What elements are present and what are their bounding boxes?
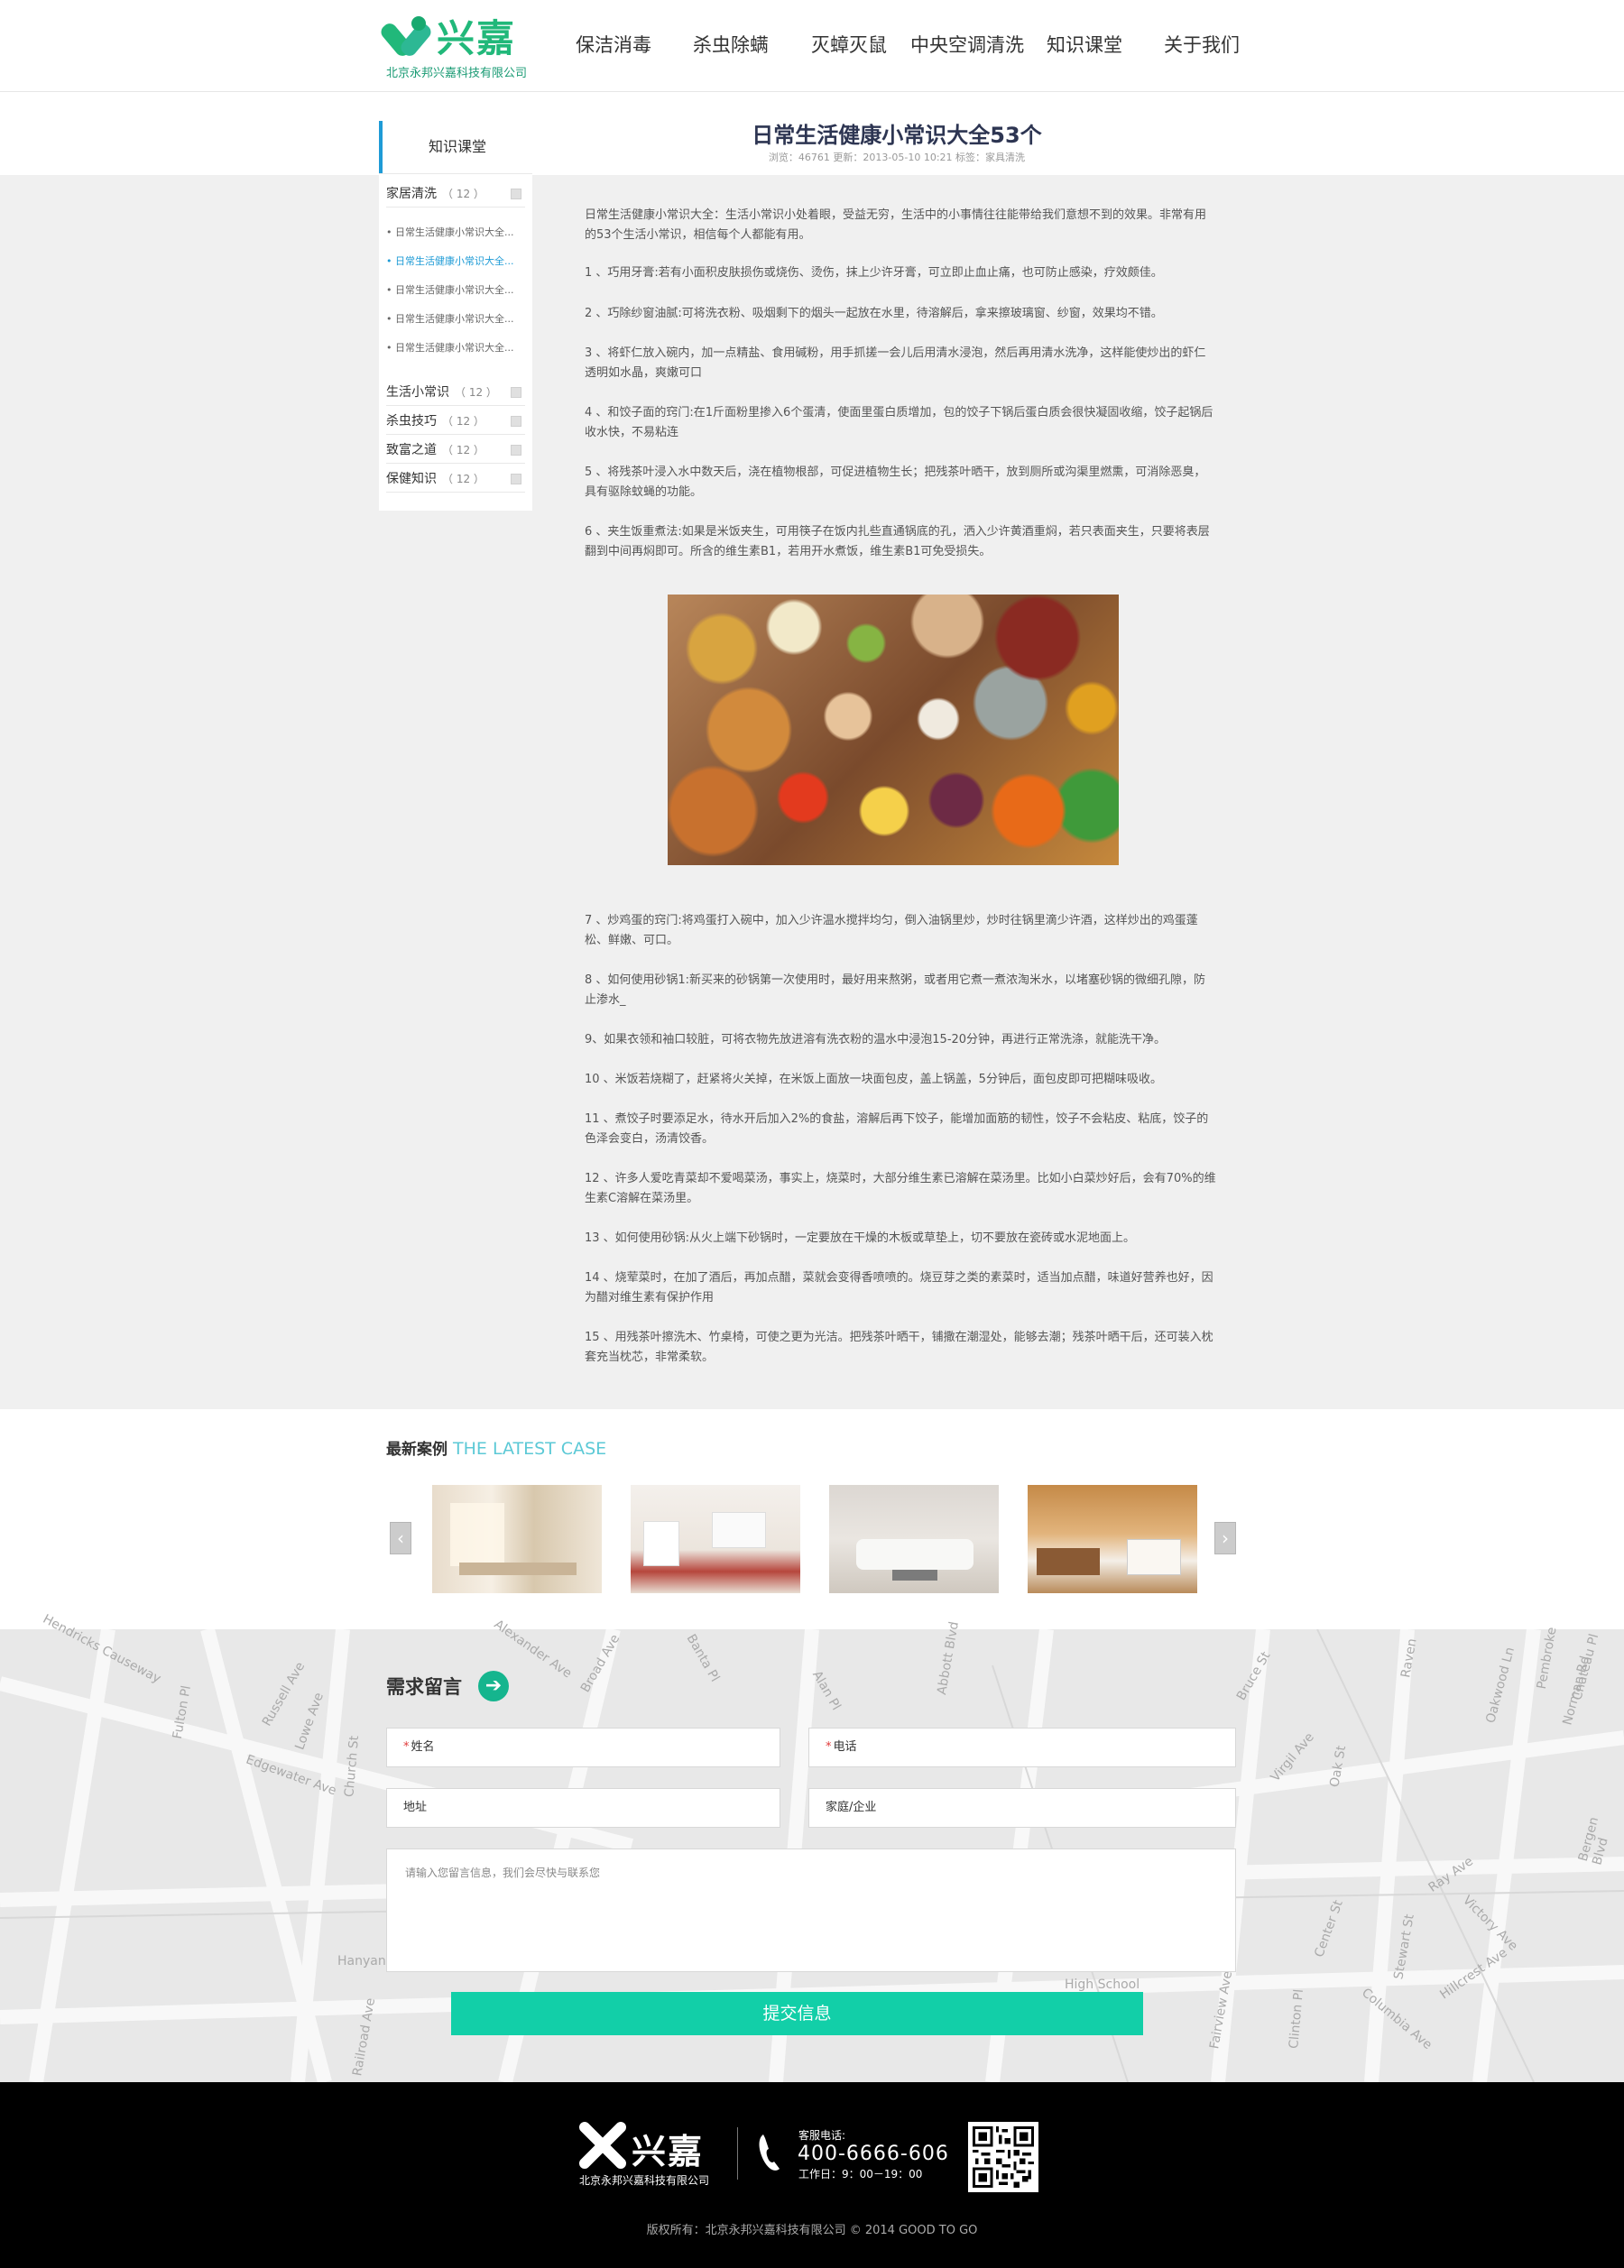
article-paragraph: 5 、将残茶叶浸入水中数天后，浇在植物根部，可促进植物生长；把残茶叶晒干，放到厕… [585,466,1206,499]
sidebar-article-link-active[interactable]: • 日常生活健康小常识大全... [386,254,525,269]
article-paragraph: 9、如果衣领和袖口较脏，可将衣物先放进溶有洗衣粉的温水中浸泡15-20分钟，再进… [585,1033,1167,1046]
footer-logo-text: 兴嘉 [632,2132,705,2171]
nav-item-rodent[interactable]: 灭蟑灭鼠 [811,31,887,58]
customer-type-field[interactable]: 家庭/企业 [808,1788,1236,1828]
arrow-right-icon: ➔ [478,1671,509,1701]
sidebar-title: 知识课堂 [379,121,532,173]
case-thumbnail[interactable] [631,1485,800,1593]
sidebar-category-wealth[interactable]: 致富之道 （ 12 ） [386,437,525,464]
category-count: （ 12 ） [455,386,497,399]
case-thumbnail[interactable] [829,1485,999,1593]
category-count: （ 12 ） [442,188,484,200]
logo-company-name: 北京永邦兴嘉科技有限公司 [386,67,528,80]
cases-title-en: THE LATEST CASE [453,1439,607,1459]
article-paragraph: 7 、炒鸡蛋的窍门:将鸡蛋打入碗中，加入少许温水搅拌均匀，倒入油锅里炒，炒时往锅… [585,914,1198,947]
logo-text: 兴嘉 [437,16,517,60]
sidebar-category-home-cleaning[interactable]: 家居清洗 （ 12 ） [386,180,525,207]
footer-tel-number[interactable]: 400-6666-606 [798,2143,949,2165]
article-paragraph: 3 、将虾仁放入碗内，加一点精盐、食用碱粉，用手抓搓一会儿后用清水浸泡，然后再用… [585,346,1206,380]
footer-logo[interactable]: 兴嘉 北京永邦兴嘉科技有限公司 [579,2122,724,2187]
category-label: 家居清洗 [386,187,437,201]
expand-icon [511,387,521,398]
article-paragraph: 15 、用残茶叶擦洗木、竹桌椅，可使之更为光洁。把残茶叶晒干，铺撒在潮湿处，能够… [585,1331,1213,1364]
expand-icon [511,416,521,427]
category-count: （ 12 ） [442,444,484,456]
nav-item-knowledge[interactable]: 知识课堂 [1047,31,1122,58]
category-label: 生活小常识 [386,385,449,400]
qr-code-icon [968,2122,1038,2192]
required-mark: * [403,1740,410,1754]
nav-item-pest[interactable]: 杀虫除螨 [693,31,769,58]
category-label: 保健知识 [386,472,437,486]
article-food-image [668,595,1119,865]
category-count: （ 12 ） [442,415,484,428]
category-label: 杀虫技巧 [386,414,437,429]
cases-section-title: 最新案例 THE LATEST CASE [386,1436,606,1459]
article-paragraph: 2 、巧除纱窗油腻:可将洗衣粉、吸烟剩下的烟头一起放在水里，待溶解后，拿来擦玻璃… [585,307,1163,320]
submit-button[interactable]: 提交信息 [451,1992,1143,2035]
article-meta: 浏览：46761 更新：2013-05-10 10:21 标签：家具清洗 [768,152,1026,163]
article-paragraph: 8 、如何使用砂锅1:新买来的砂锅第一次使用时，最好用来熬粥，或者用它煮一煮浓淘… [585,973,1206,1007]
footer-hours: 工作日：9：00－19：00 [798,2168,923,2180]
sidebar-category-pest-tips[interactable]: 杀虫技巧 （ 12 ） [386,408,525,435]
expand-icon [511,445,521,456]
cases-prev-arrow-icon[interactable]: ‹ [390,1522,411,1554]
sidebar-category-life-tips[interactable]: 生活小常识 （ 12 ） [386,379,525,406]
sidebar-article-link[interactable]: • 日常生活健康小常识大全... [386,312,525,327]
nav-item-aircon[interactable]: 中央空调清洗 [910,31,1024,58]
cases-title-cn: 最新案例 [386,1441,448,1459]
address-field[interactable]: 地址 [386,1788,780,1828]
article-paragraph: 6 、夹生饭重煮法:如果是米饭夹生，可用筷子在饭内扎些直通锅底的孔，洒入少许黄酒… [585,525,1210,558]
footer-logo-x-icon [579,2122,626,2169]
article-paragraph: 10 、米饭若烧糊了，赶紧将火关掉，在米饭上面放一块面包皮，盖上锅盖，5分钟后，… [585,1073,1162,1086]
case-thumbnail[interactable] [432,1485,602,1593]
article-paragraph: 14 、烧荤菜时，在加了酒后，再加点醋，菜就会变得香喷喷的。烧豆芽之类的素菜时，… [585,1271,1213,1305]
message-placeholder: 请输入您留言信息，我们会尽快与联系您 [405,1867,601,1879]
phone-icon [759,2134,780,2171]
name-field[interactable]: * 姓名 [386,1728,780,1767]
required-mark: * [826,1740,832,1754]
footer-divider [737,2127,738,2180]
article-paragraph: 1 、巧用牙膏:若有小面积皮肤损伤或烧伤、烫伤，抹上少许牙膏，可立即止血止痛，也… [585,266,1163,280]
phone-field[interactable]: * 电话 [808,1728,1236,1767]
sidebar-category-health[interactable]: 保健知识 （ 12 ） [386,466,525,493]
site-header: 兴嘉 北京永邦兴嘉科技有限公司 保洁消毒 杀虫除螨 灭蟑灭鼠 中央空调清洗 知识… [0,0,1624,92]
name-field-label: 姓名 [411,1740,435,1754]
footer-tel-label: 客服电话: [798,2129,846,2142]
map-label: High School [1065,1978,1140,1992]
phone-field-label: 电话 [833,1740,857,1754]
expand-icon [511,474,521,484]
collapse-icon [511,189,521,199]
article-paragraph: 13 、如何使用砂锅:从火上端下砂锅时，一定要放在干燥的木板或草垫上，切不要放在… [585,1231,1136,1245]
category-label: 致富之道 [386,443,437,457]
cases-next-arrow-icon[interactable]: › [1214,1522,1236,1554]
sidebar-article-link[interactable]: • 日常生活健康小常识大全... [386,341,525,355]
logo[interactable]: 兴嘉 北京永邦兴嘉科技有限公司 [378,16,531,80]
category-count: （ 12 ） [442,473,484,485]
article-paragraph: 12 、许多人爱吃青菜却不爱喝菜汤，事实上，烧菜时，大部分维生素已溶解在菜汤里。… [585,1172,1216,1205]
nav-item-cleaning[interactable]: 保洁消毒 [576,31,651,58]
footer-copyright: 版权所有：北京永邦兴嘉科技有限公司 © 2014 GOOD TO GO [646,2224,978,2237]
sidebar-article-link[interactable]: • 日常生活健康小常识大全... [386,226,525,240]
message-textarea[interactable]: 请输入您留言信息，我们会尽快与联系您 [386,1849,1236,1972]
customer-type-label: 家庭/企业 [826,1801,877,1814]
case-thumbnail[interactable] [1028,1485,1197,1593]
sidebar-article-link[interactable]: • 日常生活健康小常识大全... [386,283,525,298]
article-paragraph: 11 、煮饺子时要添足水，待水开后加入2%的食盐，溶解后再下饺子，能增加面筋的韧… [585,1112,1209,1146]
address-field-label: 地址 [403,1801,428,1814]
article-paragraph: 日常生活健康小常识大全：生活小常识小处着眼，受益无穷，生活中的小事情往往能带给我… [585,208,1207,242]
form-title: 需求留言 [386,1676,462,1698]
logo-x-mark-icon [378,16,434,61]
sidebar: 知识课堂 家居清洗 （ 12 ） • 日常生活健康小常识大全... • 日常生活健… [379,121,532,511]
footer-company-name: 北京永邦兴嘉科技有限公司 [579,2174,710,2187]
nav-item-about[interactable]: 关于我们 [1164,31,1240,58]
article-paragraph: 4 、和饺子面的窍门:在1斤面粉里掺入6个蛋清，使面里蛋白质增加，包的饺子下锅后… [585,406,1213,439]
article-title: 日常生活健康小常识大全53个 [752,123,1042,148]
